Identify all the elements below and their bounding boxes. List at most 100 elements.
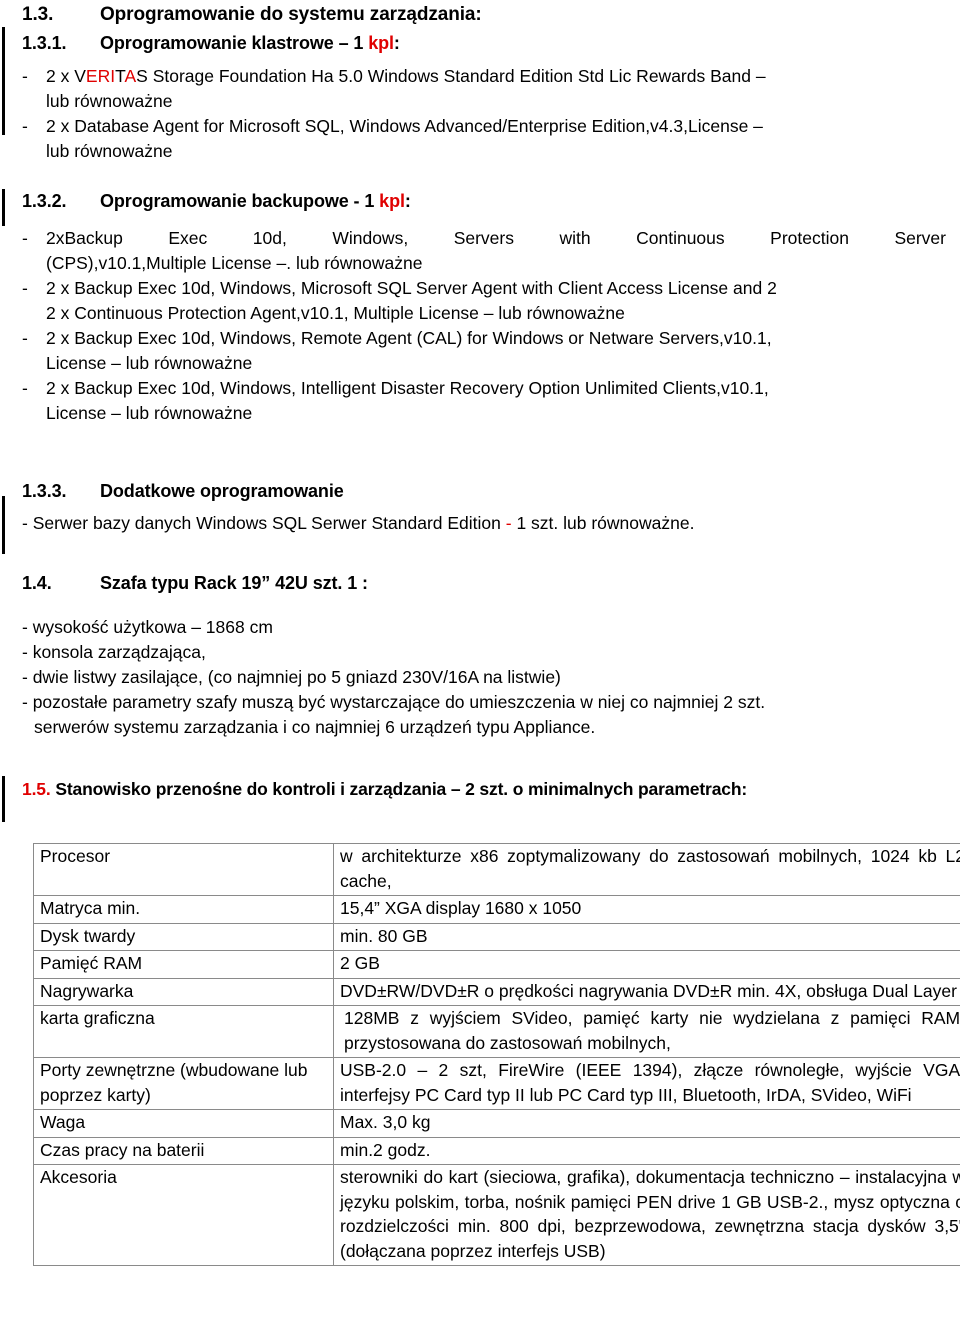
veritas-accent-2: A xyxy=(124,66,137,86)
list-line: serwerów systemu zarządzania i co najmni… xyxy=(34,717,596,737)
table-cell-value: 2 GB xyxy=(333,950,960,979)
heading-1-3-2-title: Oprogramowanie backupowe - 1 xyxy=(100,191,380,211)
table-row: Matryca min. 15,4” XGA display 1680 x 10… xyxy=(33,895,960,924)
veritas-accent-1: ERI xyxy=(85,66,116,86)
table-cell-value: min.2 godz. xyxy=(333,1136,960,1165)
heading-1-5-number: 1.5. xyxy=(22,779,51,799)
list-item: - 2 x Database Agent for Microsoft SQL, … xyxy=(22,114,946,139)
list-line: - konsola zarządzająca, xyxy=(22,642,206,662)
list-item-text-line2: License – lub równoważne xyxy=(46,403,253,423)
heading-1-3-1-colon: : xyxy=(393,33,400,53)
change-bar xyxy=(2,496,5,554)
table-cell-value: 128MB z wyjściem SVideo, pamięć karty ni… xyxy=(333,1005,960,1058)
list-item: - 2 x Backup Exec 10d, Windows, Remote A… xyxy=(22,326,946,351)
veritas-pre: 2 x V xyxy=(46,66,86,86)
change-bar xyxy=(2,776,5,822)
list-item-text: 2 x VERITAS Storage Foundation Ha 5.0 Wi… xyxy=(46,64,946,89)
heading-1-3-2-accent: kpl xyxy=(379,191,405,211)
list-line: - dwie listwy zasilające, (co najmniej p… xyxy=(22,667,561,687)
heading-1-4-title: Szafa typu Rack 19” 42U szt. 1 : xyxy=(100,573,368,593)
heading-1-4-number: 1.4. xyxy=(22,573,52,593)
heading-1-3-3-title: Dodatkowe oprogramowanie xyxy=(100,481,344,501)
list-item-text-line2: lub równoważne xyxy=(46,141,173,161)
table-cell-key: Nagrywarka xyxy=(33,977,334,1006)
heading-1-5: 1.5. Stanowisko przenośne do kontroli i … xyxy=(22,778,946,800)
table-row: karta graficzna 128MB z wyjściem SVideo,… xyxy=(33,1005,960,1058)
table-row: Waga Max. 3,0 kg xyxy=(33,1109,960,1138)
list-item-continuation: lub równoważne xyxy=(22,139,946,164)
list-item: - 2 x VERITAS Storage Foundation Ha 5.0 … xyxy=(22,64,946,89)
list-1-4: - wysokość użytkowa – 1868 cm - konsola … xyxy=(22,615,946,740)
list-item: - 2xBackup Exec 10d, Windows, Servers wi… xyxy=(22,226,946,251)
table-row: Dysk twardy min. 80 GB xyxy=(33,922,960,951)
table-row: Porty zewnętrzne (wbudowane lub poprzez … xyxy=(33,1057,960,1110)
table-cell-value: min. 80 GB xyxy=(333,922,960,951)
table-cell-key: karta graficzna xyxy=(33,1005,334,1058)
table-row: Czas pracy na baterii min.2 godz. xyxy=(33,1136,960,1165)
change-bar xyxy=(2,27,5,135)
table-row: Nagrywarka DVD±RW/DVD±R o prędkości nagr… xyxy=(33,977,960,1006)
list-line: - pozostałe parametry szafy muszą być wy… xyxy=(22,692,766,712)
table-row: Procesor w architekturze x86 zoptymalizo… xyxy=(33,843,960,896)
table-cell-key: Porty zewnętrzne (wbudowane lub poprzez … xyxy=(33,1057,334,1110)
list-item-text-line2: License – lub równoważne xyxy=(46,353,253,373)
list-item-text: 2xBackup Exec 10d, Windows, Servers with… xyxy=(46,228,946,248)
table-cell-value: 15,4” XGA display 1680 x 1050 xyxy=(333,895,960,924)
list-1-3-2: - 2xBackup Exec 10d, Windows, Servers wi… xyxy=(22,226,946,426)
table-cell-key: Akcesoria xyxy=(33,1164,334,1266)
list-1-3-1: - 2 x VERITAS Storage Foundation Ha 5.0 … xyxy=(22,64,946,164)
heading-1-3-1-accent: kpl xyxy=(368,33,394,53)
table-cell-key: Matryca min. xyxy=(33,895,334,924)
table-cell-key: Czas pracy na baterii xyxy=(33,1136,334,1165)
list-item-text-line2: lub równoważne xyxy=(46,91,173,111)
list-line: - wysokość użytkowa – 1868 cm xyxy=(22,617,273,637)
table-cell-value: w architekturze x86 zoptymalizowany do z… xyxy=(333,843,960,896)
heading-1-4: 1.4. Szafa typu Rack 19” 42U szt. 1 : xyxy=(22,572,942,594)
table-cell-key: Procesor xyxy=(33,843,334,896)
bullet-dash: - xyxy=(22,116,28,136)
table-cell-value: Max. 3,0 kg xyxy=(333,1109,960,1138)
heading-1-3-3-number: 1.3.3. xyxy=(22,481,67,501)
heading-1-3-3: 1.3.3. Dodatkowe oprogramowanie xyxy=(22,480,942,502)
list-item-continuation: License – lub równoważne xyxy=(22,351,946,376)
line-1-3-3-post: 1 szt. lub równoważne. xyxy=(511,513,695,533)
line-1-3-3: - Serwer bazy danych Windows SQL Serwer … xyxy=(22,511,942,536)
bullet-dash: - xyxy=(22,66,28,86)
heading-1-3: 1.3. Oprogramowanie do systemu zarządzani… xyxy=(22,4,942,26)
list-item-text: 2 x Backup Exec 10d, Windows, Remote Age… xyxy=(46,328,772,348)
table-row: Akcesoria sterowniki do kart (sieciowa, … xyxy=(33,1164,960,1266)
table-cell-value: USB-2.0 – 2 szt, FireWire (IEEE 1394), z… xyxy=(333,1057,960,1110)
heading-1-3-1-title: Oprogramowanie klastrowe – 1 xyxy=(100,33,369,53)
table-cell-key: Waga xyxy=(33,1109,334,1138)
table-cell-value: DVD±RW/DVD±R o prędkości nagrywania DVD±… xyxy=(333,977,960,1006)
heading-1-5-title: Stanowisko przenośne do kontroli i zarzą… xyxy=(55,779,748,799)
list-item-continuation: (CPS),v10.1,Multiple License –. lub równ… xyxy=(22,251,946,276)
list-item-continuation: License – lub równoważne xyxy=(22,401,946,426)
heading-1-3-2-number: 1.3.2. xyxy=(22,191,67,211)
document-page: 1.3. Oprogramowanie do systemu zarządzani… xyxy=(0,0,960,1322)
list-item-continuation: lub równoważne xyxy=(22,89,946,114)
heading-1-3-1-number: 1.3.1. xyxy=(22,33,67,53)
list-item-continuation: 2 x Continuous Protection Agent,v10.1, M… xyxy=(22,301,946,326)
table-row: Pamięć RAM 2 GB xyxy=(33,950,960,979)
change-bar xyxy=(2,189,5,226)
heading-1-3-2-colon: : xyxy=(404,191,411,211)
list-item: - 2 x Backup Exec 10d, Windows, Microsof… xyxy=(22,276,946,301)
table-cell-value: sterowniki do kart (sieciowa, grafika), … xyxy=(333,1164,960,1266)
line-1-3-3-pre: - Serwer bazy danych Windows SQL Serwer … xyxy=(22,513,506,533)
table-cell-key: Dysk twardy xyxy=(33,922,334,951)
bullet-dash: - xyxy=(22,328,28,348)
list-item-text: 2 x Backup Exec 10d, Windows, Microsoft … xyxy=(46,278,777,298)
heading-1-3-1: 1.3.1. Oprogramowanie klastrowe – 1 kpl: xyxy=(22,32,942,54)
list-item-text: 2 x Database Agent for Microsoft SQL, Wi… xyxy=(46,116,763,136)
heading-1-3-2: 1.3.2. Oprogramowanie backupowe - 1 kpl: xyxy=(22,190,942,212)
heading-1-3-title: Oprogramowanie do systemu zarządzania: xyxy=(100,4,482,25)
spec-table-body: Procesor w architekturze x86 zoptymalizo… xyxy=(33,843,960,1266)
list-item-text-line2: 2 x Continuous Protection Agent,v10.1, M… xyxy=(46,303,625,323)
table-cell-key: Pamięć RAM xyxy=(33,950,334,979)
heading-1-3-number: 1.3. xyxy=(22,4,54,25)
bullet-dash: - xyxy=(22,228,28,248)
bullet-dash: - xyxy=(22,378,28,398)
spec-table: Procesor w architekturze x86 zoptymalizo… xyxy=(33,843,960,1266)
list-item-text: 2 x Backup Exec 10d, Windows, Intelligen… xyxy=(46,378,769,398)
